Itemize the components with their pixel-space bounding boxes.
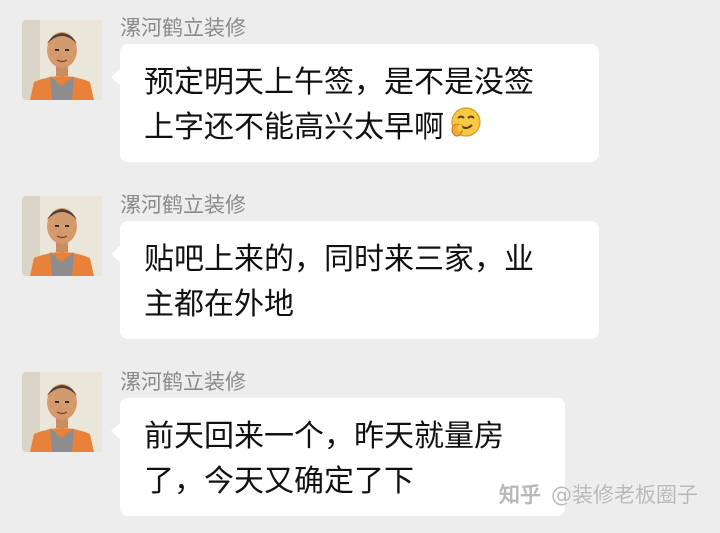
avatar[interactable]	[22, 20, 102, 100]
watermark: 知乎 @装修老板圈子	[499, 479, 698, 509]
sender-name: 漯河鹤立装修	[120, 193, 246, 217]
message-bubble[interactable]: 预定明天上午签，是不是没签 上字还不能高兴太早啊	[111, 44, 599, 162]
zhihu-logo: 知乎	[499, 483, 541, 507]
avatar[interactable]	[22, 196, 102, 276]
avatar[interactable]	[22, 372, 102, 452]
sender-name: 漯河鹤立装修	[120, 370, 246, 394]
watermark-handle: @装修老板圈子	[551, 483, 698, 507]
message-line: 贴吧上来的，同时来三家，业	[144, 242, 534, 277]
message-bubble[interactable]: 贴吧上来的，同时来三家，业 主都在外地	[111, 221, 599, 339]
message-line: 上字还不能高兴太早啊	[144, 105, 577, 151]
message-line: 预定明天上午签，是不是没签	[144, 65, 534, 100]
message-line: 前天回来一个，昨天就量房	[144, 419, 504, 454]
message-line: 主都在外地	[144, 287, 294, 322]
embarrassed-smile-emoji-icon	[450, 106, 482, 151]
person-avatar-icon	[22, 20, 102, 100]
person-avatar-icon	[22, 196, 102, 276]
message-line: 了，今天又确定了下	[144, 464, 414, 499]
sender-name: 漯河鹤立装修	[120, 16, 246, 40]
person-avatar-icon	[22, 372, 102, 452]
message-line-text: 上字还不能高兴太早啊	[144, 110, 444, 145]
